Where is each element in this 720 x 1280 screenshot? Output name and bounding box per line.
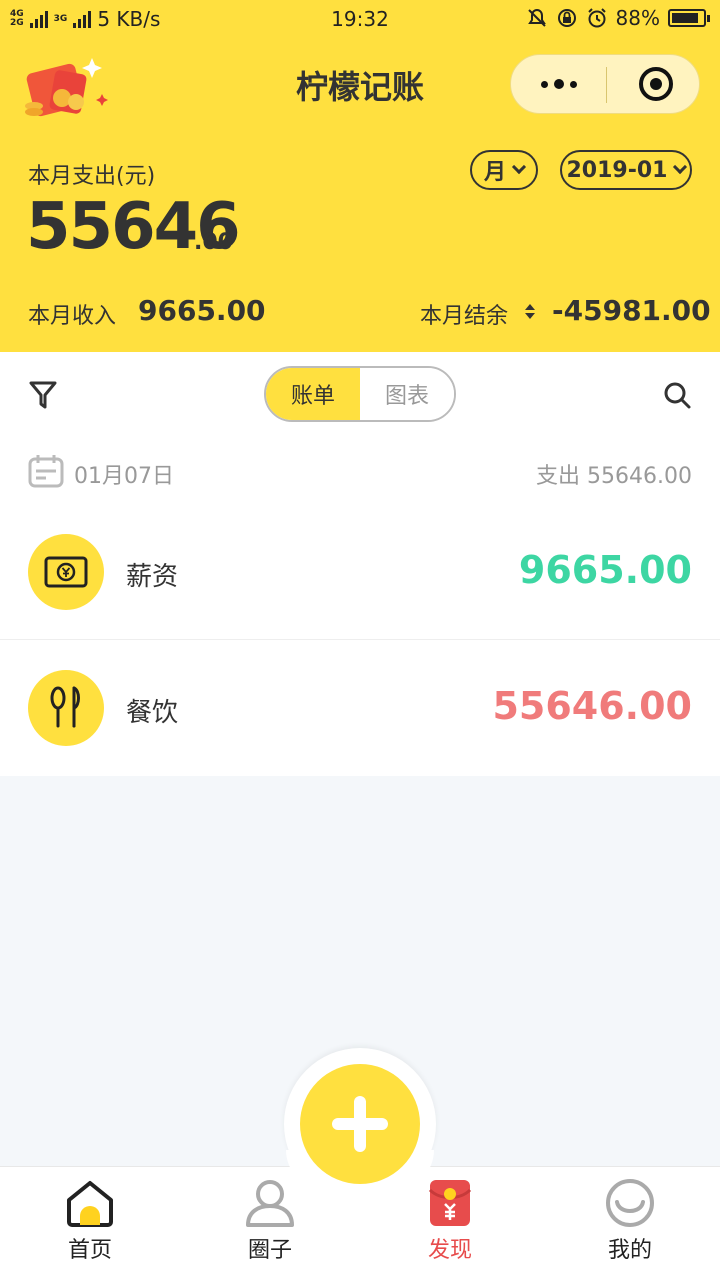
search-icon[interactable] <box>662 380 692 410</box>
group-date: 01月07日 <box>74 464 174 489</box>
status-bar: 4G 2G 3G 5 KB/s 19:32 88% <box>0 0 720 38</box>
tab-home[interactable]: 首页 <box>30 1178 150 1274</box>
rotation-lock-icon <box>557 9 576 27</box>
record-category: 薪资 <box>126 562 179 592</box>
status-right: 88% <box>526 6 710 30</box>
battery-icon <box>668 9 710 27</box>
alarm-icon <box>587 8 606 28</box>
mute-bell-icon <box>527 8 546 27</box>
expense-decimal: .00 <box>194 230 233 255</box>
tab-circle[interactable]: 圈子 <box>210 1178 330 1274</box>
profile-icon <box>606 1179 654 1227</box>
circle-icon <box>246 1180 294 1227</box>
record-category-icon <box>28 670 104 746</box>
more-menu-button[interactable] <box>511 55 606 113</box>
tab-home-label: 首页 <box>67 1238 112 1263</box>
close-target-button[interactable] <box>639 67 673 101</box>
salary-icon <box>44 556 88 588</box>
tab-chart[interactable]: 图表 <box>360 368 454 420</box>
tab-discover[interactable]: 发现 <box>390 1178 510 1274</box>
group-total: 支出 55646.00 <box>536 464 692 489</box>
filter-icon[interactable] <box>28 380 58 410</box>
expense-label: 本月支出(元) <box>28 164 156 189</box>
tab-circle-label: 圈子 <box>247 1238 292 1263</box>
balance-value: -45981.00 <box>552 294 711 327</box>
income-value: 9665.00 <box>138 294 266 327</box>
chevron-down-icon <box>511 159 527 175</box>
record-category: 餐饮 <box>126 698 179 728</box>
record-amount: 55646.00 <box>492 684 692 728</box>
record-row[interactable]: 薪资 9665.00 <box>0 504 720 640</box>
red-envelope-icon <box>428 1180 472 1226</box>
chevron-down-icon <box>673 159 688 175</box>
income-label: 本月收入 <box>28 304 117 329</box>
period-date-dropdown[interactable]: 2019-01 <box>560 150 692 190</box>
calendar-icon <box>28 455 64 488</box>
record-amount: 9665.00 <box>518 548 692 592</box>
tab-profile-label: 我的 <box>607 1238 652 1263</box>
period-date-value: 2019-01 <box>566 157 668 183</box>
dining-icon <box>50 686 80 728</box>
tab-bill[interactable]: 账单 <box>266 368 360 420</box>
mini-program-capsule <box>510 54 700 114</box>
tab-profile[interactable]: 我的 <box>570 1178 690 1274</box>
day-group-header: 01月07日 支出 55646.00 <box>28 454 692 490</box>
sort-arrows-icon[interactable] <box>524 302 536 320</box>
period-unit-value: 月 <box>483 160 506 185</box>
balance-label: 本月结余 <box>420 304 509 329</box>
view-segment: 账单 图表 <box>264 366 456 422</box>
battery-percent: 88% <box>615 6 660 30</box>
record-row[interactable]: 餐饮 55646.00 <box>0 640 720 776</box>
home-icon <box>67 1181 113 1227</box>
add-record-button[interactable] <box>300 1064 420 1184</box>
tab-discover-label: 发现 <box>427 1238 472 1263</box>
record-category-icon <box>28 534 104 610</box>
period-unit-dropdown[interactable]: 月 <box>470 150 538 190</box>
